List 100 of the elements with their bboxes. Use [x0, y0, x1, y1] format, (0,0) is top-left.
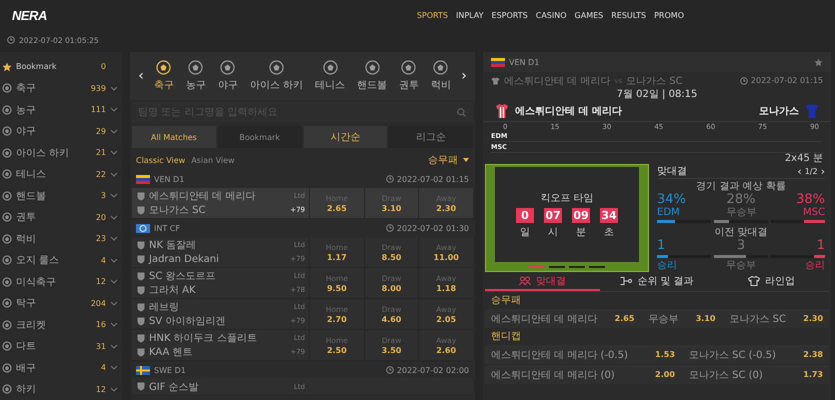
previous-button[interactable]: ‹	[134, 68, 148, 84]
chevron-down-icon	[110, 322, 118, 328]
sport-tab[interactable]: 핸드볼	[357, 60, 388, 92]
sidebar-item[interactable]: 권투 20	[0, 206, 122, 228]
sort-tab[interactable]: 시간순	[304, 126, 388, 148]
ball-icon	[2, 384, 12, 394]
sidebar-item[interactable]: 오지 룰스 4	[0, 250, 122, 271]
stat-value: 34%	[657, 193, 686, 207]
team-name: 그라처 AK	[149, 284, 197, 297]
nav-link[interactable]: INPLAY	[456, 10, 484, 20]
filter-tab[interactable]: Bookmark	[218, 126, 302, 148]
sidebar-item[interactable]: 다트 31	[0, 336, 122, 357]
slide-indicator[interactable]	[549, 266, 565, 268]
sidebar-item[interactable]: 하키 12	[0, 378, 122, 400]
jersey-icon	[495, 103, 509, 119]
jersey-icon	[805, 103, 819, 119]
next-button[interactable]: ›	[820, 164, 825, 178]
sport-tab[interactable]: 권투	[398, 60, 419, 92]
slide-indicator[interactable]	[589, 266, 605, 268]
nav-link[interactable]: CASINO	[536, 10, 567, 20]
ball-icon	[433, 60, 448, 75]
sport-tab[interactable]: 농구	[186, 60, 206, 92]
odds-button[interactable]: 모나가스 SC (0) 1.73	[682, 365, 829, 384]
sidebar-item[interactable]: Bookmark 0	[0, 56, 122, 78]
team-name: KAA 헨트	[149, 346, 194, 359]
sport-tab[interactable]: 럭비	[430, 60, 451, 92]
sidebar-item[interactable]: 아이스 하키 21	[0, 142, 122, 164]
odds-button[interactable]: 에스튀디안테 데 메리다 2.65	[485, 309, 640, 328]
sidebar-item[interactable]: 럭비 23	[0, 228, 122, 250]
sidebar-item[interactable]: 야구 29	[0, 120, 122, 142]
team-name: SC 왕스도르프	[149, 270, 217, 283]
ball-icon	[268, 60, 284, 75]
odds-button[interactable]: 무승부 3.10	[642, 309, 722, 328]
odds-button[interactable]: 모나가스 SC (-0.5) 2.38	[682, 345, 829, 364]
sidebar-item[interactable]: 농구 111	[0, 99, 122, 120]
chevron-down-icon	[110, 236, 118, 242]
detail-tab[interactable]: 라인업	[714, 272, 830, 291]
team-name: 에스튀디안테 데 메리다	[515, 105, 622, 118]
shirt-icon	[748, 276, 760, 286]
ball-icon	[2, 255, 12, 266]
search-icon	[457, 108, 466, 117]
sport-tab[interactable]: 테니스	[315, 60, 346, 92]
previous-button[interactable]: ‹	[797, 164, 802, 178]
ball-icon	[2, 298, 12, 308]
sidebar-item[interactable]: 미식축구 12	[0, 271, 122, 292]
sidebar-item[interactable]: 크리켓 16	[0, 314, 122, 336]
market-title: 승무패	[490, 294, 522, 308]
ball-icon	[2, 126, 12, 136]
view-link[interactable]: Asian View	[191, 156, 235, 164]
section-title: 경기 결과 예상 확률	[695, 180, 787, 193]
chevron-down-icon	[110, 128, 118, 134]
nav-link[interactable]: GAMES	[574, 10, 604, 20]
stat-value: 38%	[796, 193, 825, 207]
sidebar-item[interactable]: 축구 939	[0, 78, 122, 99]
nav-link[interactable]: RESULTS	[611, 10, 646, 20]
countdown-unit: 초	[604, 226, 614, 238]
detail-tab[interactable]: 순위 및 결과	[600, 272, 714, 291]
stat-label: EDM	[657, 207, 680, 218]
countdown-unit: 분	[576, 226, 586, 238]
sport-tab[interactable]: 아이스 하키	[250, 60, 304, 92]
next-button[interactable]: ›	[457, 68, 471, 84]
ball-icon	[2, 148, 12, 158]
ball-icon	[2, 320, 12, 330]
odds-button[interactable]: 에스튀디안테 데 메리다 (-0.5) 1.53	[485, 345, 681, 364]
bracket-icon	[620, 276, 632, 286]
sport-tab[interactable]: 야구	[218, 60, 238, 92]
sidebar-item[interactable]: 핸드볼 3	[0, 185, 122, 206]
nav-link[interactable]: SPORTS	[416, 10, 448, 20]
view-link[interactable]: Classic View	[136, 156, 186, 164]
ball-icon	[2, 104, 12, 115]
sort-tab[interactable]: 리그순	[389, 126, 473, 148]
league-name: VEN D1	[509, 58, 540, 66]
countdown-unit: 일	[520, 226, 530, 238]
star-icon	[2, 62, 12, 72]
slide-indicator[interactable]	[569, 266, 585, 268]
clock-icon	[7, 36, 15, 44]
flag-icon	[136, 366, 150, 374]
odds-button[interactable]: 에스튀디안테 데 메리다 (0) 2.00	[485, 365, 681, 384]
sport-tab[interactable]: 축구	[154, 60, 174, 92]
slide-indicator[interactable]	[529, 266, 545, 268]
match-time: 2022-07-02 01:15	[396, 174, 469, 184]
stat-value: 1	[816, 239, 825, 253]
league-name: SWE D1	[154, 366, 186, 374]
caret-icon	[463, 158, 469, 162]
stat-label: 승리	[657, 260, 677, 271]
chevron-down-icon	[110, 107, 118, 112]
stat-label: 무승부	[726, 260, 756, 271]
ball-icon	[2, 234, 12, 244]
market-dropdown[interactable]: 승무패	[428, 153, 469, 167]
nav-link[interactable]: ESPORTS	[492, 10, 528, 20]
section-title: 맞대결	[657, 165, 687, 178]
logo[interactable]: NERA	[12, 8, 47, 22]
team-name: 모나가스 SC	[626, 74, 683, 88]
sidebar-item[interactable]: 탁구 204	[0, 292, 122, 314]
sidebar-item[interactable]: 테니스 22	[0, 164, 122, 185]
sidebar-item[interactable]: 배구 4	[0, 357, 122, 378]
nav-link[interactable]: PROMO	[654, 10, 684, 20]
filter-tab[interactable]: All Matches	[132, 126, 216, 148]
odds-button[interactable]: 모나가스 SC 2.30	[723, 309, 830, 328]
ball-icon	[188, 60, 204, 75]
